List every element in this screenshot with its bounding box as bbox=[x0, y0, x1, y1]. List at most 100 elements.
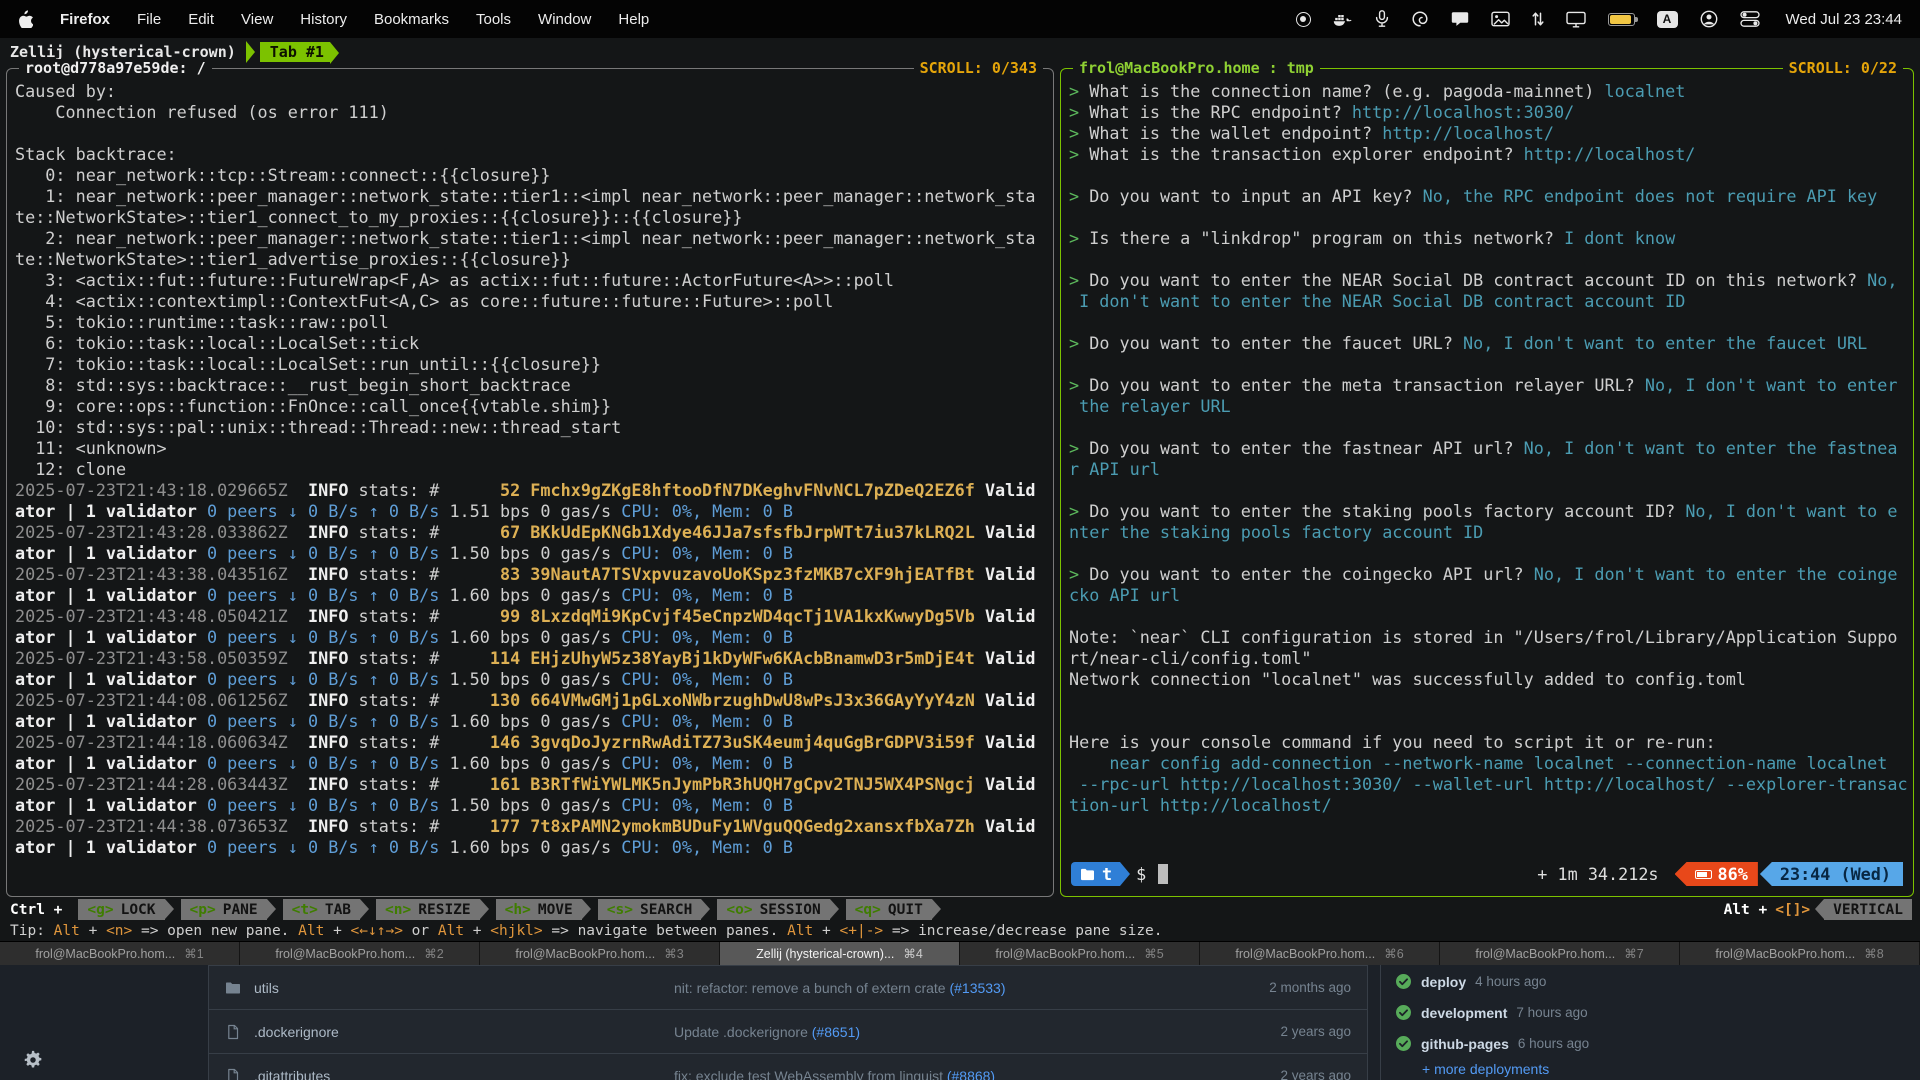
menu-tools[interactable]: Tools bbox=[476, 11, 511, 28]
terminal-line bbox=[1069, 543, 1911, 564]
pr-link[interactable]: (#8868) bbox=[947, 1068, 995, 1080]
deployment-row: github-pages 6 hours ago bbox=[1395, 1028, 1800, 1059]
control-center-icon[interactable] bbox=[1740, 10, 1760, 28]
terminal-line: Connection refused (os error 111) bbox=[15, 102, 1051, 123]
terminal-line: 12: clone bbox=[15, 459, 1051, 480]
hint-tab: <t>TAB bbox=[283, 899, 360, 920]
terminal-tab-4[interactable]: Zellij (hysterical-crown)...⌘4 bbox=[720, 942, 960, 965]
file-name[interactable]: .gitattributes bbox=[254, 1068, 674, 1080]
terminal-line: 2025-07-23T21:44:38.073653Z INFO stats: … bbox=[15, 816, 1051, 837]
terminal-tab-strip: frol@MacBookPro.hom...⌘1frol@MacBookPro.… bbox=[0, 941, 1920, 965]
menu-help[interactable]: Help bbox=[618, 11, 649, 28]
spiral-icon[interactable] bbox=[1411, 10, 1429, 28]
pr-link[interactable]: (#8651) bbox=[812, 1024, 860, 1040]
chat-icon[interactable] bbox=[1451, 11, 1469, 28]
terminal-line: 10: std::sys::pal::unix::thread::Thread:… bbox=[15, 417, 1051, 438]
terminal-line: 2025-07-23T21:43:38.043516Z INFO stats: … bbox=[15, 564, 1051, 585]
menu-history[interactable]: History bbox=[300, 11, 347, 28]
terminal-tab-3[interactable]: frol@MacBookPro.hom...⌘3 bbox=[480, 942, 720, 965]
tab-1[interactable]: Tab #1 bbox=[260, 42, 330, 62]
battery-icon bbox=[1695, 870, 1712, 879]
terminal-line bbox=[1069, 606, 1911, 627]
menu-clock[interactable]: Wed Jul 23 23:44 bbox=[1786, 11, 1902, 28]
more-deployments-link[interactable]: + more deployments bbox=[1422, 1061, 1549, 1077]
terminal-line: 5: tokio::runtime::task::raw::poll bbox=[15, 312, 1051, 333]
terminal-line: ator | 1 validator 0 peers ↓ 0 B/s ↑ 0 B… bbox=[15, 837, 1051, 858]
record-icon[interactable] bbox=[1296, 12, 1311, 27]
menu-edit[interactable]: Edit bbox=[188, 11, 214, 28]
commit-age: 2 years ago bbox=[1280, 1024, 1351, 1039]
zellij-status-bar: Ctrl + <g>LOCK<p>PANE<t>TAB<n>RESIZE<h>M… bbox=[0, 899, 1920, 920]
terminal-line: > Do you want to enter the NEAR Social D… bbox=[1069, 270, 1911, 291]
commit-message: Update .dockerignore (#8651) bbox=[674, 1024, 860, 1040]
active-app-name[interactable]: Firefox bbox=[60, 11, 110, 28]
arrows-icon[interactable] bbox=[1532, 10, 1544, 28]
menu-bookmarks[interactable]: Bookmarks bbox=[374, 11, 449, 28]
terminal-line: ator | 1 validator 0 peers ↓ 0 B/s ↑ 0 B… bbox=[15, 753, 1051, 774]
battery-percent: 86% bbox=[1718, 864, 1748, 884]
file-name[interactable]: utils bbox=[254, 980, 674, 996]
pr-link[interactable]: (#13533) bbox=[949, 980, 1005, 996]
apple-menu-icon[interactable] bbox=[18, 10, 33, 28]
terminal-tab-6[interactable]: frol@MacBookPro.hom...⌘6 bbox=[1200, 942, 1440, 965]
file-row: .gitattributesfix: exclude test WebAssem… bbox=[209, 1054, 1367, 1080]
terminal-line: 7: tokio::task::local::LocalSet::run_unt… bbox=[15, 354, 1051, 375]
menu-window[interactable]: Window bbox=[538, 11, 591, 28]
ctrl-prefix: Ctrl + bbox=[10, 902, 62, 918]
folder-icon bbox=[225, 980, 241, 996]
settings-gear-icon[interactable] bbox=[22, 1049, 44, 1071]
hint-pane: <p>PANE bbox=[181, 899, 267, 920]
terminal-line: > What is the RPC endpoint? http://local… bbox=[1069, 102, 1911, 123]
docker-icon[interactable] bbox=[1333, 11, 1353, 27]
display-icon[interactable] bbox=[1566, 11, 1586, 28]
hint-session: <o>SESSION bbox=[717, 899, 829, 920]
deployment-name[interactable]: deploy bbox=[1421, 974, 1466, 990]
terminal-tab-8[interactable]: frol@MacBookPro.hom...⌘8 bbox=[1680, 942, 1920, 965]
terminal-line: > Do you want to enter the meta transact… bbox=[1069, 375, 1911, 396]
prompt-symbol: $ bbox=[1136, 864, 1146, 884]
deployment-name[interactable]: development bbox=[1421, 1005, 1507, 1021]
left-pane-title: root@d778a97e59de: / bbox=[19, 59, 212, 77]
deployment-age: 6 hours ago bbox=[1518, 1036, 1589, 1051]
microphone-icon[interactable] bbox=[1375, 10, 1389, 28]
menu-view[interactable]: View bbox=[241, 11, 273, 28]
media-icon[interactable] bbox=[1491, 11, 1510, 27]
terminal-line: 2025-07-23T21:43:48.050421Z INFO stats: … bbox=[15, 606, 1051, 627]
left-pane[interactable]: root@d778a97e59de: / SCROLL: 0/343 Cause… bbox=[6, 68, 1054, 897]
input-a-icon[interactable]: A bbox=[1657, 11, 1678, 28]
terminal-tab-2[interactable]: frol@MacBookPro.hom...⌘2 bbox=[240, 942, 480, 965]
account-icon[interactable] bbox=[1700, 10, 1718, 28]
terminal-line bbox=[1069, 417, 1911, 438]
terminal-line: ator | 1 validator 0 peers ↓ 0 B/s ↑ 0 B… bbox=[15, 501, 1051, 522]
terminal-line bbox=[15, 123, 1051, 144]
github-file-table: utilsnit: refactor: remove a bunch of ex… bbox=[208, 965, 1368, 1080]
deployments-panel: deploy4 hours agodevelopment7 hours agog… bbox=[1380, 965, 1800, 1080]
file-icon bbox=[225, 1024, 241, 1040]
left-pane-content: Caused by: Connection refused (os error … bbox=[15, 81, 1051, 892]
file-row: utilsnit: refactor: remove a bunch of ex… bbox=[209, 966, 1367, 1010]
terminal-line: ator | 1 validator 0 peers ↓ 0 B/s ↑ 0 B… bbox=[15, 795, 1051, 816]
terminal-line: 1: near_network::peer_manager::network_s… bbox=[15, 186, 1051, 207]
terminal-tab-5[interactable]: frol@MacBookPro.hom...⌘5 bbox=[960, 942, 1200, 965]
terminal-line: > What is the wallet endpoint? http://lo… bbox=[1069, 123, 1911, 144]
terminal-tab-1[interactable]: frol@MacBookPro.hom...⌘1 bbox=[0, 942, 240, 965]
terminal-line: 2025-07-23T21:44:08.061256Z INFO stats: … bbox=[15, 690, 1051, 711]
terminal-line: r API url bbox=[1069, 459, 1911, 480]
deployment-name[interactable]: github-pages bbox=[1421, 1036, 1509, 1052]
hint-quit: <q>QUIT bbox=[846, 899, 932, 920]
powerline-arrow-icon bbox=[246, 41, 255, 63]
commit-message: fix: exclude test WebAssembly from lingu… bbox=[674, 1068, 995, 1080]
terminal-line: Network connection "localnet" was succes… bbox=[1069, 669, 1911, 690]
terminal-line bbox=[1069, 249, 1911, 270]
terminal-line: > What is the transaction explorer endpo… bbox=[1069, 144, 1911, 165]
terminal-line bbox=[1069, 165, 1911, 186]
terminal-line: rt/near-cli/config.toml" bbox=[1069, 648, 1911, 669]
terminal-line: ator | 1 validator 0 peers ↓ 0 B/s ↑ 0 B… bbox=[15, 711, 1051, 732]
commit-age: 2 years ago bbox=[1280, 1068, 1351, 1080]
command-duration: + 1m 34.212s bbox=[1537, 864, 1658, 884]
menu-file[interactable]: File bbox=[137, 11, 161, 28]
terminal-tab-7[interactable]: frol@MacBookPro.hom...⌘7 bbox=[1440, 942, 1680, 965]
right-pane[interactable]: frol@MacBookPro.home : tmp SCROLL: 0/22 … bbox=[1060, 68, 1914, 897]
battery-icon[interactable] bbox=[1608, 13, 1635, 26]
file-name[interactable]: .dockerignore bbox=[254, 1024, 674, 1040]
